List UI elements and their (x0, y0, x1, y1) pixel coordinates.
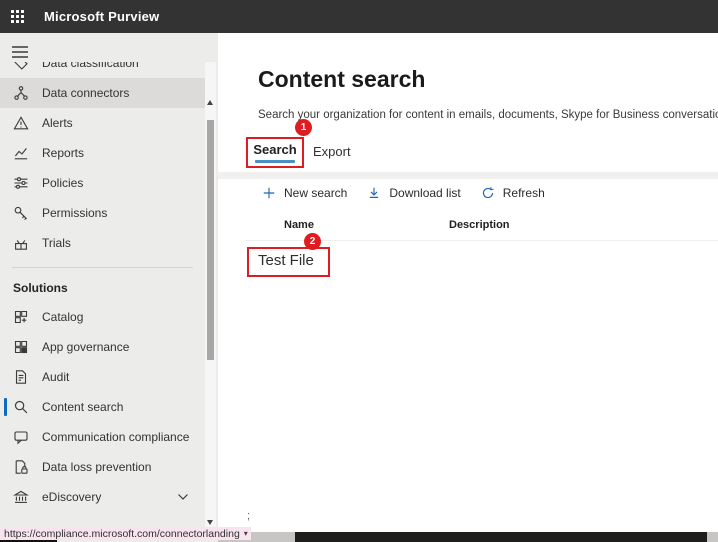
sidebar-item-label: Permissions (42, 206, 107, 220)
refresh-button[interactable]: Refresh (481, 186, 545, 201)
plus-icon (262, 186, 277, 201)
sidebar-item-permissions[interactable]: Permissions (0, 198, 205, 228)
sidebar-item-label: Alerts (42, 116, 73, 130)
audit-doc-icon (13, 369, 29, 385)
sidebar-item-data-classification[interactable]: Data classification (0, 62, 205, 78)
sidebar-item-communication-compliance[interactable]: Communication compliance (0, 422, 205, 452)
table-header: Name Description (218, 219, 718, 237)
sliders-icon (13, 175, 29, 191)
tag-icon (13, 62, 29, 71)
chevron-down-icon[interactable] (177, 493, 189, 501)
sidebar-item-trials[interactable]: Trials (0, 228, 205, 258)
tabs-bottom-band (218, 172, 718, 179)
app-title: Microsoft Purview (44, 9, 159, 24)
new-search-label: New search (284, 186, 347, 200)
download-list-label: Download list (389, 186, 460, 200)
annotation-step-2-badge: 2 (304, 233, 321, 250)
scrollbar-thumb[interactable] (207, 120, 214, 360)
tab-search[interactable]: Search (246, 137, 304, 168)
sidebar-item-label: App governance (42, 340, 129, 354)
grid-icon (13, 309, 29, 325)
table-row-test-file[interactable]: Test File (247, 247, 330, 277)
horizontal-scrollbar[interactable] (218, 532, 718, 542)
sidebar-item-reports[interactable]: Reports (0, 138, 205, 168)
sidebar-scrollbar[interactable] (205, 62, 216, 528)
sidebar-item-policies[interactable]: Policies (0, 168, 205, 198)
column-header-name[interactable]: Name (284, 219, 314, 231)
sidebar-item-label: Policies (42, 176, 83, 190)
sidebar-item-catalog[interactable]: Catalog (0, 302, 205, 332)
sidebar-divider (12, 267, 193, 268)
column-header-description[interactable]: Description (449, 219, 510, 231)
sidebar-item-label: Catalog (42, 310, 83, 324)
sidebar-section-solutions: Solutions (0, 276, 205, 302)
page-title: Content search (258, 66, 425, 93)
download-icon (367, 186, 382, 201)
topbar: Microsoft Purview (0, 0, 718, 33)
horizontal-scrollbar-thumb[interactable] (295, 532, 707, 542)
status-bar: https://compliance.microsoft.com/connect… (0, 527, 251, 540)
app-grid-icon (13, 339, 29, 355)
annotation-step-1-badge: 1 (295, 119, 312, 136)
search-icon (13, 399, 29, 415)
sidebar-item-label: Content search (42, 400, 123, 414)
sidebar-item-label: Data connectors (42, 86, 129, 100)
status-url: https://compliance.microsoft.com/connect… (4, 528, 240, 540)
refresh-icon (481, 186, 496, 201)
sidebar-item-label: Trials (42, 236, 71, 250)
download-list-button[interactable]: Download list (367, 186, 460, 201)
sidebar-item-app-governance[interactable]: App governance (0, 332, 205, 362)
main-content: Content search Search your organization … (218, 33, 718, 542)
scroll-down-arrow-icon[interactable] (207, 520, 213, 525)
new-search-button[interactable]: New search (262, 186, 347, 201)
sidebar-item-data-loss-prevention[interactable]: Data loss prevention (0, 452, 205, 482)
sidebar-item-label: Data classification (42, 62, 139, 70)
hamburger-icon[interactable] (11, 45, 29, 59)
app-launcher-button[interactable] (0, 0, 34, 33)
sidebar-item-content-search[interactable]: Content search (0, 392, 205, 422)
caret-down-icon: ▾ (244, 529, 248, 538)
bank-icon (13, 489, 29, 505)
app-window: Microsoft Purview Data classification (0, 0, 718, 542)
connectors-icon (13, 85, 29, 101)
sidebar-item-ediscovery[interactable]: eDiscovery (0, 482, 205, 512)
sidebar: Data classification Data connectors (0, 33, 218, 542)
stray-text: ; (247, 510, 250, 522)
active-tab-underline (255, 160, 295, 163)
sidebar-item-label: eDiscovery (42, 490, 101, 504)
doc-lock-icon (13, 459, 29, 475)
sidebar-item-data-connectors[interactable]: Data connectors (0, 78, 205, 108)
refresh-label: Refresh (503, 186, 545, 200)
page-subtitle: Search your organization for content in … (258, 109, 718, 121)
search-name-link[interactable]: Test File (258, 252, 314, 269)
waffle-icon (11, 10, 24, 23)
trial-box-icon (13, 235, 29, 251)
tab-export[interactable]: Export (313, 144, 351, 159)
chat-icon (13, 429, 29, 445)
report-icon (13, 145, 29, 161)
active-indicator (4, 398, 7, 416)
alert-icon (13, 115, 29, 131)
sidebar-item-label: Audit (42, 370, 69, 384)
sidebar-item-alerts[interactable]: Alerts (0, 108, 205, 138)
sidebar-item-label: Communication compliance (42, 430, 189, 444)
sidebar-item-audit[interactable]: Audit (0, 362, 205, 392)
command-bar: New search Download list Refresh (262, 182, 545, 204)
sidebar-nav: Data classification Data connectors (0, 62, 205, 526)
tab-search-label: Search (253, 142, 296, 157)
sidebar-item-label: Data loss prevention (42, 460, 151, 474)
scroll-up-arrow-icon[interactable] (207, 100, 213, 105)
sidebar-item-label: Reports (42, 146, 84, 160)
key-icon (13, 205, 29, 221)
